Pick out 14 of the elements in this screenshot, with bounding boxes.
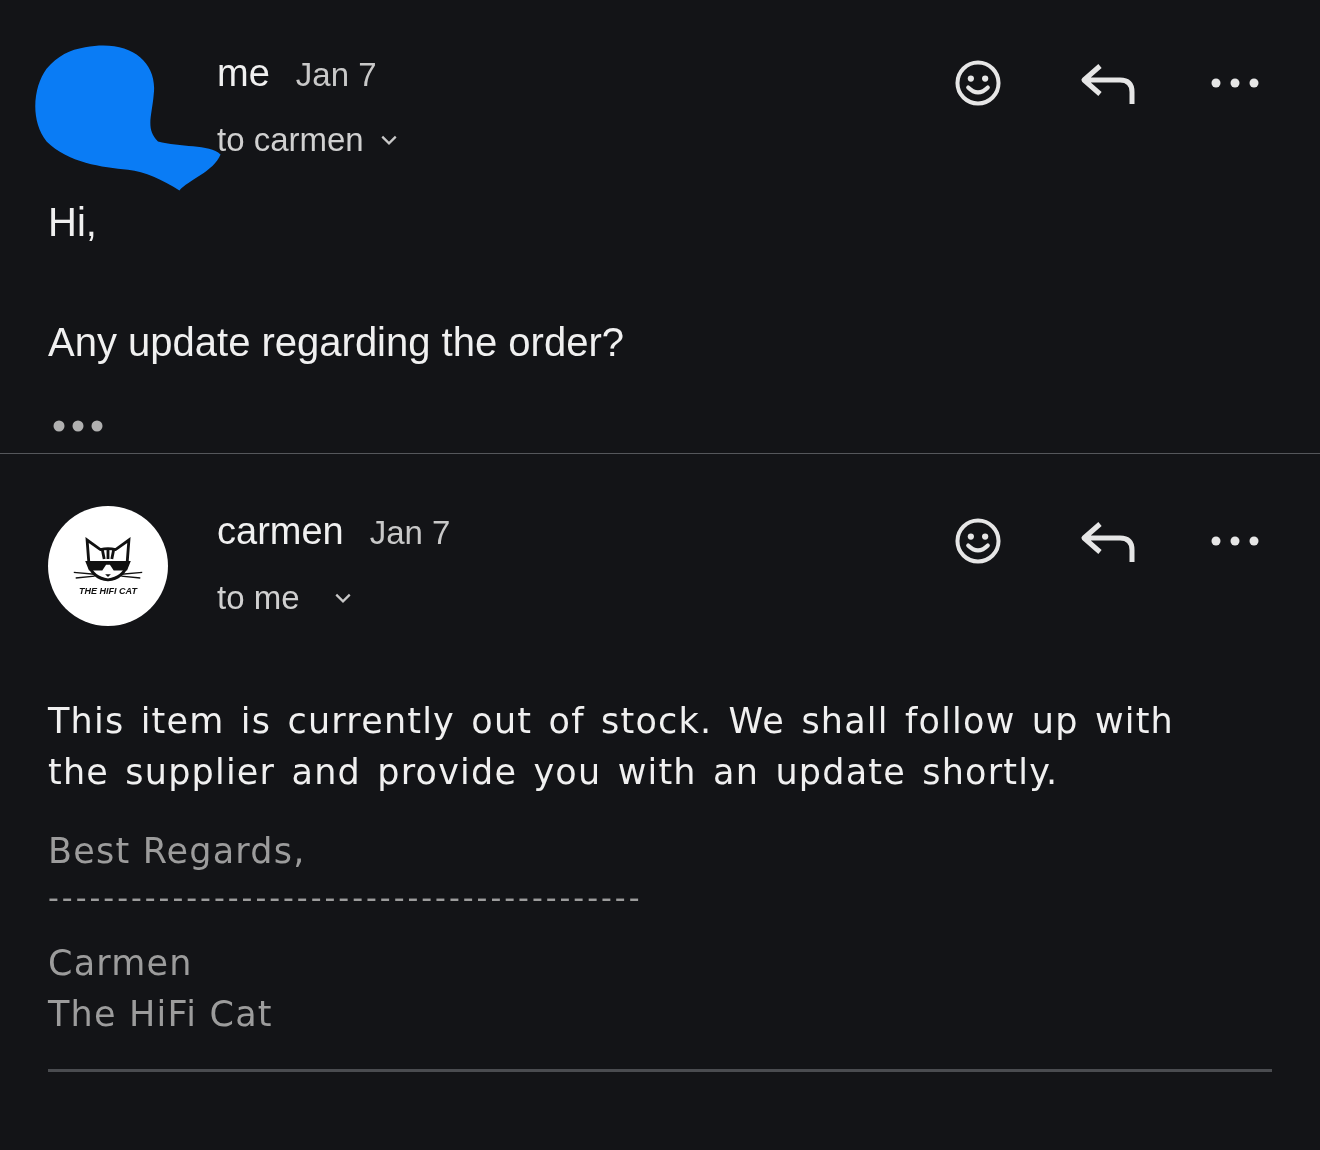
recipient-toggle[interactable]: to me	[217, 579, 352, 617]
recipient-toggle[interactable]: to carmen	[217, 121, 398, 159]
message-text: This item is currently out of stock. We shall follow up with the supplier and provide you with an update shortly.	[48, 700, 1175, 794]
logo-text: THE HIFI CAT	[79, 586, 137, 596]
signature-line: Carmen	[48, 941, 194, 985]
message-text: Hi,	[48, 199, 98, 246]
message-date: Jan 7	[295, 56, 377, 94]
signature-line: Best Regards,	[48, 829, 307, 873]
sender-name: carmen	[217, 510, 344, 553]
message-date: Jan 7	[369, 514, 451, 552]
sender-name: me	[217, 52, 270, 95]
signature-line: The HiFi Cat	[48, 992, 274, 1036]
signature-line: -------------------------------------------	[48, 879, 644, 918]
message-text: Any update regarding the order?	[48, 319, 625, 366]
